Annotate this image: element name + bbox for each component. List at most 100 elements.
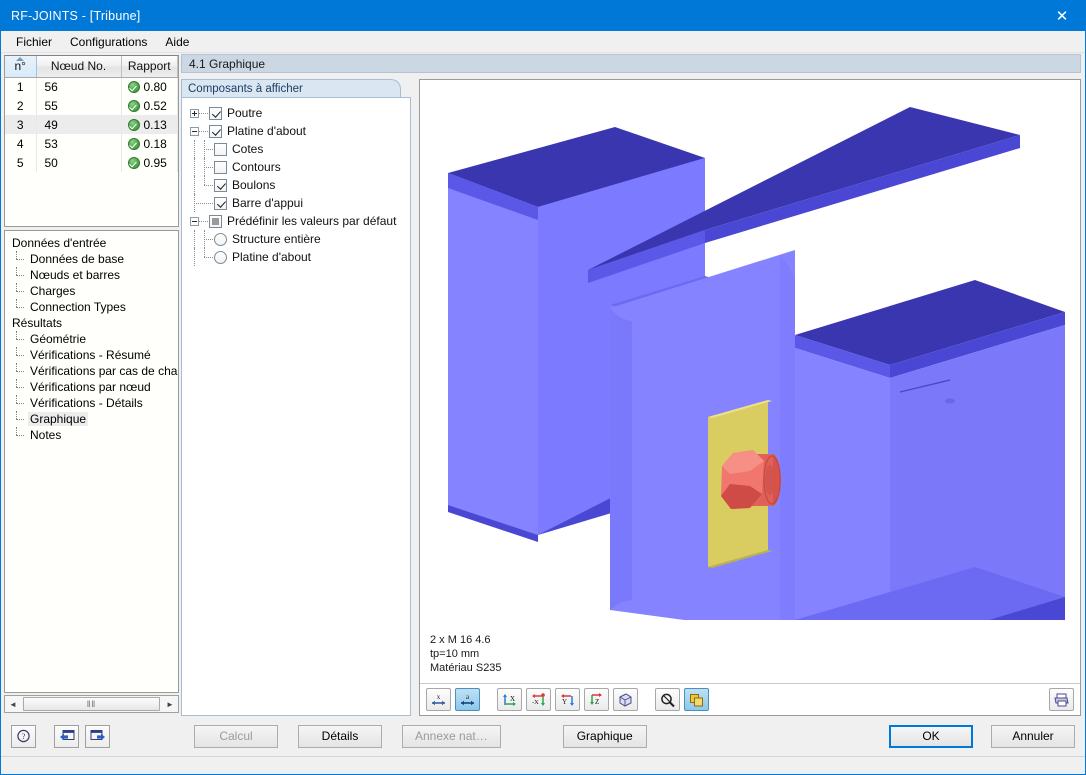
zoom-tool-button[interactable] (655, 688, 680, 711)
checkbox-cotes[interactable] (214, 142, 227, 156)
checkbox-barre-dappui[interactable] (214, 196, 227, 210)
cell-ratio-value: 0.52 (143, 98, 167, 113)
nav-item-notes[interactable]: Notes (5, 427, 178, 443)
nav-group-label: Données d'entrée (12, 236, 107, 250)
nav-item-charges[interactable]: Charges (5, 283, 178, 299)
table-row[interactable]: 4 53 0.18 (5, 134, 178, 153)
table-row[interactable]: 3 49 0.13 (5, 115, 178, 134)
table-row[interactable]: 2 55 0.52 (5, 96, 178, 115)
cancel-button[interactable]: Annuler (991, 724, 1075, 748)
annexe-nationale-button[interactable]: Annexe nat… (402, 724, 501, 748)
tree-connector-icon (10, 347, 28, 363)
tree-item-structure-entiere[interactable]: Structure entière (186, 230, 408, 248)
tree-item-label: Cotes (232, 142, 264, 156)
column-header-ratio[interactable]: Rapport (121, 56, 178, 78)
svg-text:Y: Y (562, 698, 567, 706)
tree-item-poutre[interactable]: Poutre (186, 104, 408, 122)
svg-text:?: ? (22, 732, 26, 741)
tree-connector-icon (190, 158, 200, 176)
column-header-index[interactable]: n° (5, 56, 37, 78)
nav-item-verifications-par-noeud[interactable]: Vérifications par nœud (5, 379, 178, 395)
view-x-button[interactable]: X (497, 688, 522, 711)
page-title: 4.1 Graphique (189, 56, 266, 71)
cell-ratio-value: 0.95 (143, 155, 167, 170)
main-body: n° Nœud No. Rapport 1 56 0.80 2 55 0.52 … (1, 54, 1085, 716)
graphic-viewport[interactable]: 2 x M 16 4.6 tp=10 mm Matériau S235 (420, 80, 1080, 683)
nav-item-noeuds-et-barres[interactable]: Nœuds et barres (5, 267, 178, 283)
view-y-button[interactable]: Y (555, 688, 580, 711)
tree-item-barre-dappui[interactable]: Barre d'appui (186, 194, 408, 212)
scale-a-button[interactable]: a (455, 688, 480, 711)
tree-item-label: Platine d'about (227, 124, 307, 138)
tree-item-label: Barre d'appui (232, 196, 304, 210)
checkbox-poutre[interactable] (209, 106, 222, 120)
scrollbar-track[interactable]: ‖‖ (21, 696, 162, 712)
tree-item-label: Platine d'about (232, 250, 312, 264)
print-button[interactable] (1049, 688, 1074, 711)
tree-connector-icon (10, 363, 28, 379)
menu-item-configurations[interactable]: Configurations (61, 32, 156, 52)
checkbox-platine-dabout[interactable] (209, 124, 222, 138)
scroll-right-icon[interactable]: ► (162, 696, 178, 712)
scale-x-button[interactable]: x (426, 688, 451, 711)
graphique-button[interactable]: Graphique (562, 724, 647, 748)
tree-item-predefinir-valeurs-defaut[interactable]: Prédéfinir les valeurs par défaut (186, 212, 408, 230)
tree-item-platine-dabout-radio[interactable]: Platine d'about (186, 248, 408, 266)
tree-connector-icon (10, 395, 28, 411)
table-row[interactable]: 5 50 0.95 (5, 153, 178, 172)
nav-item-label: Notes (30, 428, 62, 442)
nav-item-verifications-par-cas-de-charge[interactable]: Vérifications par cas de charge (5, 363, 178, 379)
checkbox-boulons[interactable] (214, 178, 227, 192)
details-button[interactable]: Détails (298, 724, 382, 748)
results-table: n° Nœud No. Rapport 1 56 0.80 2 55 0.52 … (5, 56, 178, 172)
menu-bar: Fichier Configurations Aide (1, 31, 1085, 53)
checkbox-contours[interactable] (214, 160, 227, 174)
nav-item-verifications-resume[interactable]: Vérifications - Résumé (5, 347, 178, 363)
tree-connector-icon (10, 251, 28, 267)
ok-button[interactable]: OK (889, 724, 973, 748)
render-mode-button[interactable] (684, 688, 709, 711)
nav-item-connection-types[interactable]: Connection Types (5, 299, 178, 315)
tree-item-boulons[interactable]: Boulons (186, 176, 408, 194)
tree-branch-icon (190, 194, 204, 212)
expand-plus-icon[interactable] (190, 108, 199, 118)
previous-button[interactable] (54, 724, 79, 748)
nav-item-label: Nœuds et barres (30, 268, 121, 282)
scrollbar-thumb[interactable]: ‖‖ (23, 697, 160, 711)
tree-item-contours[interactable]: Contours (186, 158, 408, 176)
tree-branch-icon (200, 230, 214, 248)
close-icon[interactable]: ✕ (1039, 1, 1085, 31)
table-header-row: n° Nœud No. Rapport (5, 56, 178, 78)
radio-platine-dabout[interactable] (214, 250, 227, 264)
tree-branch-icon (200, 248, 214, 266)
tree-connector-icon (10, 427, 28, 443)
components-tree: Poutre Platine d'about Cotes Contours Bo… (181, 97, 411, 716)
collapse-minus-icon[interactable] (190, 126, 199, 136)
collapse-minus-icon[interactable] (190, 216, 199, 226)
next-button[interactable] (85, 724, 110, 748)
scroll-left-icon[interactable]: ◄ (5, 696, 21, 712)
radio-structure-entiere[interactable] (214, 232, 227, 246)
view-neg-x-button[interactable]: -X (526, 688, 551, 711)
nav-item-geometrie[interactable]: Géométrie (5, 331, 178, 347)
table-row[interactable]: 1 56 0.80 (5, 77, 178, 96)
checkbox-predefinir-valeurs-defaut[interactable] (209, 214, 222, 228)
svg-text:-X: -X (532, 699, 539, 706)
menu-item-fichier[interactable]: Fichier (7, 32, 61, 52)
menu-item-aide[interactable]: Aide (156, 32, 198, 52)
components-panel-tab[interactable]: Composants à afficher (181, 79, 401, 97)
tree-item-label: Poutre (227, 106, 263, 120)
column-header-node[interactable]: Nœud No. (36, 56, 122, 78)
view-z-button[interactable]: Z (584, 688, 609, 711)
tree-item-platine-dabout[interactable]: Platine d'about (186, 122, 408, 140)
nav-item-verifications-details[interactable]: Vérifications - Détails (5, 395, 178, 411)
help-button[interactable]: ? (11, 724, 36, 748)
nav-item-graphique[interactable]: Graphique (5, 411, 178, 427)
isometric-view-button[interactable] (613, 688, 638, 711)
tree-item-cotes[interactable]: Cotes (186, 140, 408, 158)
results-table-body: 1 56 0.80 2 55 0.52 3 49 0.13 4 53 0.18 … (5, 77, 178, 172)
calcul-button[interactable]: Calcul (194, 724, 278, 748)
cell-node: 55 (36, 96, 122, 115)
navigator-horizontal-scrollbar[interactable]: ◄ ‖‖ ► (4, 695, 179, 713)
nav-item-donnees-de-base[interactable]: Données de base (5, 251, 178, 267)
